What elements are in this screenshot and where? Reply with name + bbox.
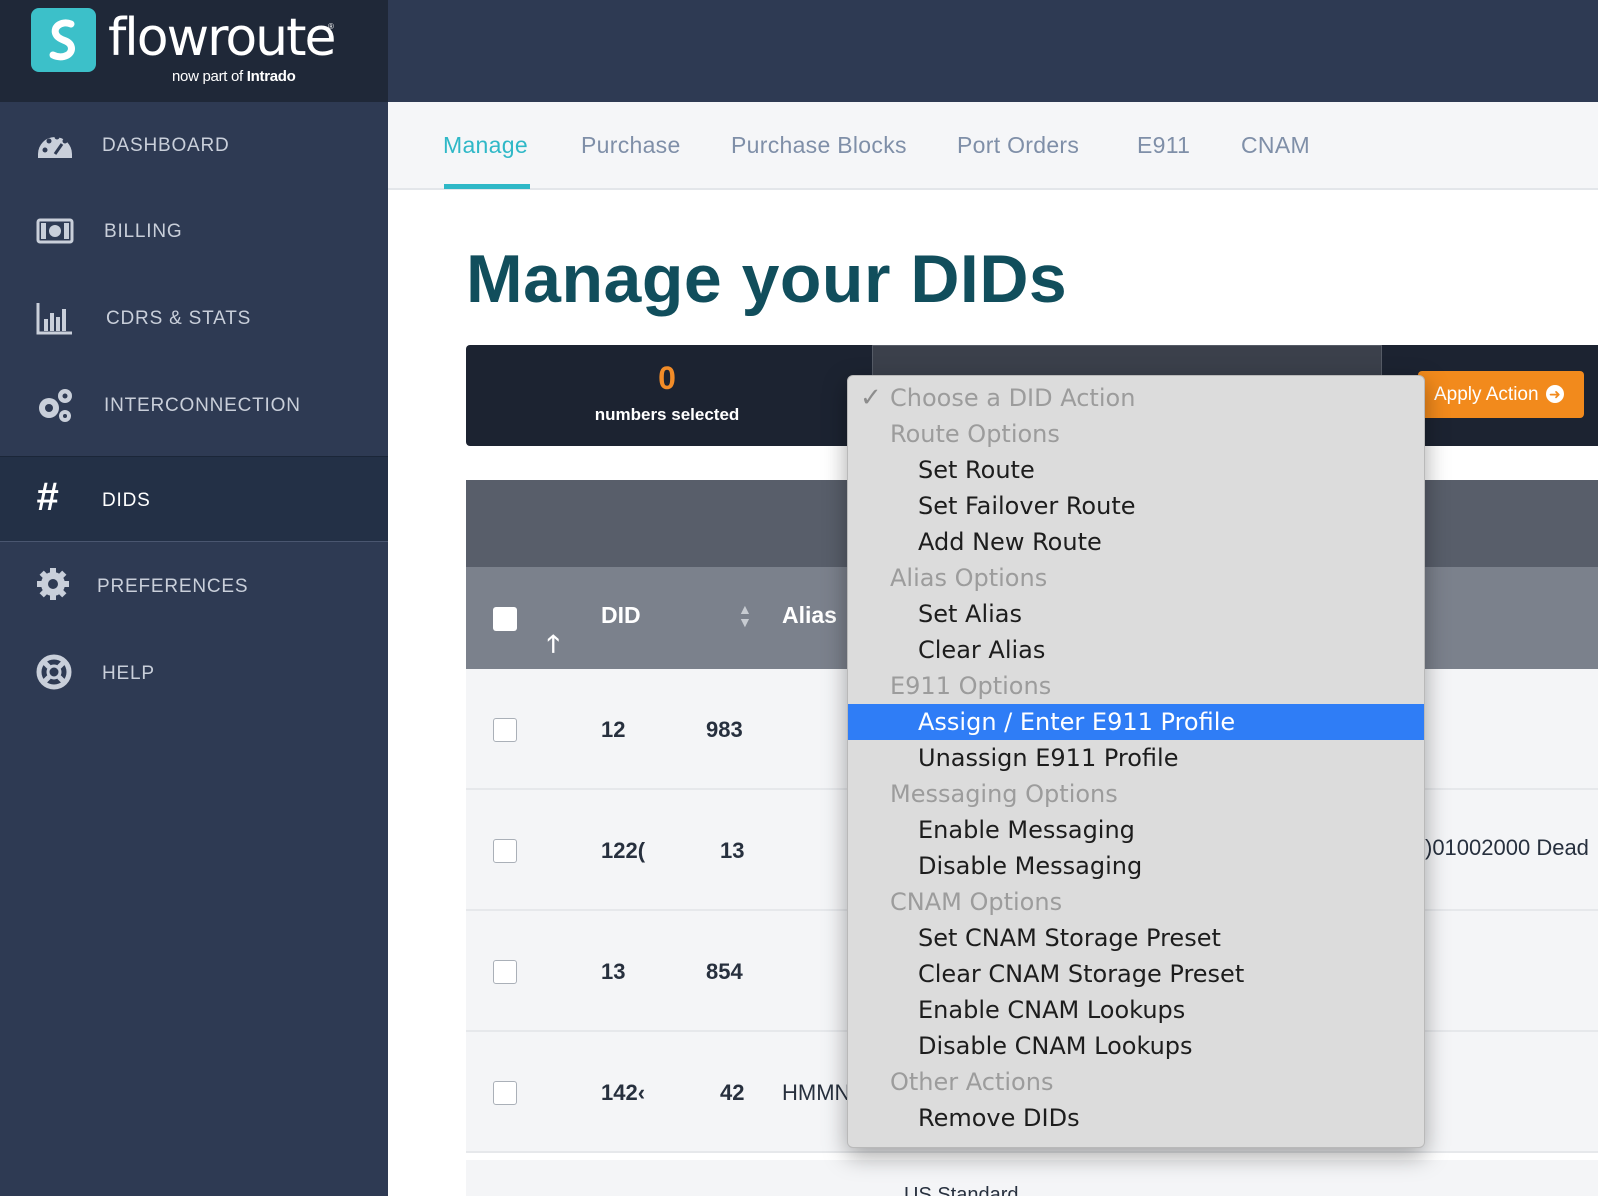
- sidebar-item-label: DIDS: [102, 490, 151, 511]
- column-header-did[interactable]: DID: [601, 602, 641, 629]
- checkmark-icon: ✓: [860, 383, 882, 413]
- selected-count-label: numbers selected: [594, 405, 740, 424]
- option-clear-cnam-storage-preset[interactable]: Clear CNAM Storage Preset: [848, 956, 1424, 992]
- dashboard-icon: [38, 134, 72, 158]
- sidebar-item-preferences[interactable]: PREFERENCES: [0, 543, 388, 629]
- sidebar-item-dids[interactable]: # DIDS: [0, 456, 388, 542]
- table-row[interactable]: US Standard: [466, 1160, 1598, 1196]
- sidebar-item-label: DASHBOARD: [102, 135, 230, 156]
- sidebar: flowroute ® now part of Intrado DASHBOAR…: [0, 0, 388, 1196]
- sidebar-item-label: HELP: [102, 663, 155, 684]
- sidebar-item-billing[interactable]: BILLING: [0, 188, 388, 274]
- dropdown-group-route-options: Route Options: [890, 420, 1060, 448]
- option-assign-e911-profile[interactable]: Assign / Enter E911 Profile: [848, 704, 1424, 740]
- option-set-cnam-storage-preset[interactable]: Set CNAM Storage Preset: [848, 920, 1424, 956]
- option-set-failover-route[interactable]: Set Failover Route: [848, 488, 1424, 524]
- dropdown-group-other-actions: Other Actions: [890, 1068, 1054, 1096]
- row-extra-cell: )01002000 Dead: [1425, 835, 1589, 860]
- partial-row-text: US Standard: [904, 1184, 1019, 1196]
- hash-icon: #: [36, 475, 59, 519]
- brand-registered-mark: ®: [328, 22, 334, 31]
- bar-chart-icon: [36, 303, 72, 335]
- option-set-route[interactable]: Set Route: [848, 452, 1424, 488]
- did-cell-end: 42: [720, 1080, 745, 1105]
- dropdown-group-messaging-options: Messaging Options: [890, 780, 1118, 808]
- page-title: Manage your DIDs: [466, 241, 1068, 317]
- dropdown-group-e911-options: E911 Options: [890, 672, 1052, 700]
- select-all-checkbox[interactable]: [493, 607, 517, 631]
- column-header-alias[interactable]: Alias: [782, 602, 837, 629]
- row-checkbox[interactable]: [493, 1081, 517, 1105]
- option-remove-dids[interactable]: Remove DIDs: [848, 1100, 1424, 1136]
- tab-bar: Manage Purchase Purchase Blocks Port Ord…: [388, 102, 1598, 190]
- top-bar: [388, 0, 1598, 102]
- apply-action-label: Apply Action: [1434, 384, 1539, 405]
- option-clear-alias[interactable]: Clear Alias: [848, 632, 1424, 668]
- did-cell-start: 12: [601, 717, 626, 742]
- tab-port-orders[interactable]: Port Orders: [957, 132, 1079, 159]
- gear-icon: [37, 568, 69, 600]
- tab-e911[interactable]: E911: [1137, 132, 1190, 159]
- tab-cnam[interactable]: CNAM: [1241, 132, 1310, 159]
- brand-logo-area[interactable]: flowroute ® now part of Intrado: [0, 0, 388, 102]
- dropdown-group-alias-options: Alias Options: [890, 564, 1048, 592]
- sidebar-item-dashboard[interactable]: DASHBOARD: [0, 102, 388, 188]
- tab-purchase[interactable]: Purchase: [581, 132, 681, 159]
- sidebar-item-help[interactable]: HELP: [0, 630, 388, 716]
- option-enable-messaging[interactable]: Enable Messaging: [848, 812, 1424, 848]
- option-add-new-route[interactable]: Add New Route: [848, 524, 1424, 560]
- option-disable-cnam-lookups[interactable]: Disable CNAM Lookups: [848, 1028, 1424, 1064]
- did-cell-end: 13: [720, 838, 745, 863]
- life-ring-icon: [36, 654, 72, 690]
- did-cell-end: 854: [706, 959, 743, 984]
- arrow-right-circle-icon: ➜: [1545, 385, 1564, 403]
- apply-action-button[interactable]: Apply Action ➜: [1418, 371, 1584, 418]
- brand-tagline-company: Intrado: [246, 68, 296, 85]
- sidebar-item-label: INTERCONNECTION: [104, 395, 301, 416]
- tab-manage[interactable]: Manage: [443, 132, 528, 159]
- selected-count: 0: [658, 360, 676, 396]
- sidebar-item-label: BILLING: [104, 221, 183, 242]
- did-action-dropdown: ✓ Choose a DID Action Route Options Set …: [847, 375, 1425, 1148]
- tab-purchase-blocks[interactable]: Purchase Blocks: [731, 132, 907, 159]
- sidebar-item-interconnection[interactable]: INTERCONNECTION: [0, 362, 388, 448]
- did-cell-end: 983: [706, 717, 743, 742]
- row-checkbox[interactable]: [493, 960, 517, 984]
- alias-cell: HMMN: [782, 1080, 851, 1105]
- did-cell-start: 122(: [601, 838, 646, 863]
- sidebar-item-cdrs-stats[interactable]: CDRS & STATS: [0, 275, 388, 361]
- dropdown-group-cnam-options: CNAM Options: [890, 888, 1063, 916]
- sidebar-item-label: PREFERENCES: [97, 576, 249, 597]
- option-disable-messaging[interactable]: Disable Messaging: [848, 848, 1424, 884]
- row-checkbox[interactable]: [493, 839, 517, 863]
- sort-up-arrow-icon[interactable]: 🡑: [547, 627, 559, 668]
- brand-tagline-prefix: now part of: [172, 68, 243, 85]
- did-cell-start: 13: [601, 959, 626, 984]
- sidebar-item-label: CDRS & STATS: [106, 308, 252, 329]
- did-cell-start: 142‹: [601, 1080, 646, 1105]
- option-set-alias[interactable]: Set Alias: [848, 596, 1424, 632]
- sort-toggle-icon[interactable]: ▲ ▼: [738, 602, 752, 629]
- brand-name: flowroute: [108, 8, 336, 68]
- option-unassign-e911-profile[interactable]: Unassign E911 Profile: [848, 740, 1424, 776]
- option-enable-cnam-lookups[interactable]: Enable CNAM Lookups: [848, 992, 1424, 1028]
- brand-tagline: now part of Intrado: [172, 68, 296, 85]
- gears-icon: [39, 389, 72, 422]
- billing-icon: [36, 218, 74, 244]
- dropdown-selected-option[interactable]: ✓ Choose a DID Action: [848, 380, 1424, 416]
- dropdown-selected-label: Choose a DID Action: [890, 384, 1136, 412]
- flowroute-logo-icon: [31, 8, 96, 72]
- row-checkbox[interactable]: [493, 718, 517, 742]
- active-tab-indicator: [444, 184, 530, 189]
